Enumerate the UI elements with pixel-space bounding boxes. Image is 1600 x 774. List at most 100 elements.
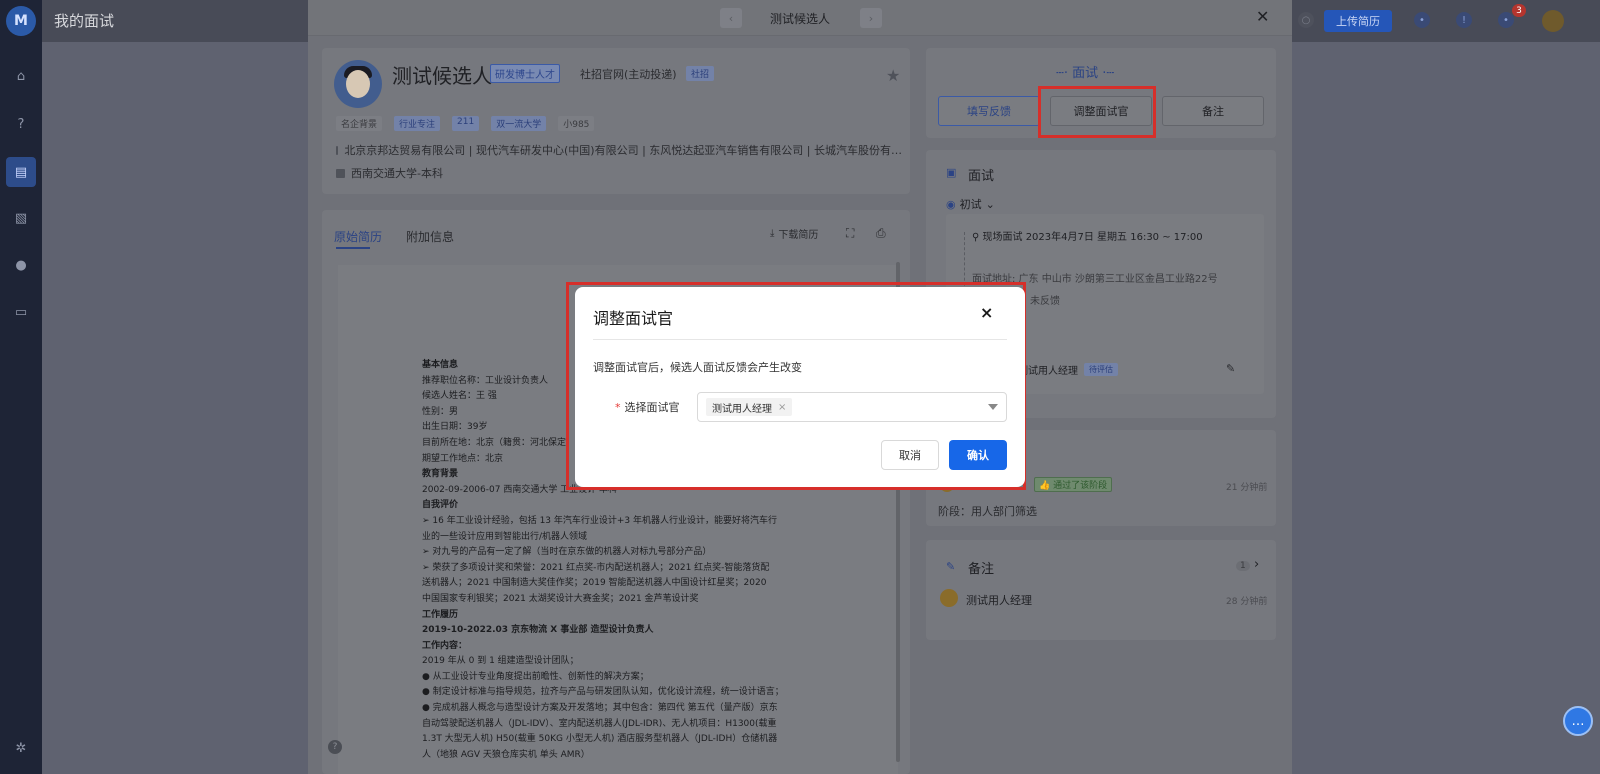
avatar — [940, 589, 958, 607]
resume-line: 1.3T 大型无人机) H50(载重 50KG 小型无人机) 酒店服务型机器人（… — [422, 734, 778, 745]
pass-stage-tag: 👍 通过了该阶段 — [1034, 477, 1113, 492]
resume-line: ● 制定设计标准与指导规范，拉齐与产品与研发团队认知，优化设计流程，统一设计语言… — [422, 687, 784, 698]
education-line: 西南交通大学-本科 — [336, 165, 443, 181]
resume-line: 自我评价 — [422, 500, 459, 511]
interview-time: ⚲ 现场面试 2023年4月7日 星期五 16:30 ~ 17:00 — [972, 232, 1203, 243]
process-stage: 阶段：用人部门筛选 — [938, 505, 1037, 518]
resume-line: ➢ 16 年工业设计经验，包括 13 年汽车行业设计+3 年机器人行业设计，能要… — [422, 515, 778, 526]
channel-tag: 社招 — [686, 66, 715, 81]
cancel-button[interactable]: 取消 — [881, 440, 939, 470]
selected-interviewer-tag: 测试用人经理 × — [706, 398, 793, 416]
resume-line: ● 完成机器人概念与造型设计方案及开发落地；其中包含：第四代 第五代（量产版）京… — [422, 703, 778, 714]
drawer-title: 测试候选人 — [769, 12, 830, 26]
left-sidebar: M ⌂ ? ▤ ▧ ● ▭ ✲ — [0, 0, 42, 774]
candidate-avatar — [334, 60, 382, 108]
drawer-header: ‹ 测试候选人 › ✕ — [308, 0, 1292, 36]
resume-line: 工作履历 — [422, 609, 459, 620]
dialog-title: 调整面试官 — [593, 309, 674, 328]
chevron-right-icon[interactable]: › — [1254, 557, 1259, 572]
page-title: 我的面试 — [54, 12, 115, 30]
user-avatar[interactable] — [1542, 10, 1564, 32]
search-icon[interactable]: ○ — [1298, 12, 1314, 28]
candidate-chips: 名企背景 行业专注 211 双一流大学 小985 — [336, 116, 595, 131]
active-tab-indicator — [336, 247, 370, 249]
section-title: ┄· 面试 ·┄ — [1056, 66, 1115, 81]
note-icon: ✎ — [946, 560, 956, 573]
tab-extra-info[interactable]: 附加信息 — [406, 228, 454, 245]
chat-icon[interactable]: … — [1563, 706, 1593, 736]
upload-resume-button[interactable]: 上传简历 — [1324, 10, 1392, 32]
location-pin-icon: ⚲ — [972, 232, 980, 243]
resume-line: ➢ 荣获了多项设计奖和荣誉：2021 红点奖-市内配送机器人；2021 红点奖-… — [422, 562, 770, 573]
chip: 小985 — [558, 116, 595, 131]
thumbs-up-icon: 👍 — [1039, 481, 1051, 491]
dialog-description: 调整面试官后，候选人面试反馈会产生改变 — [593, 361, 802, 374]
chip: 211 — [452, 116, 480, 131]
resume-line: ● 从工业设计专业角度提出前瞻性、创新性的解决方案； — [422, 671, 649, 682]
home-icon[interactable]: ⌂ — [11, 66, 31, 86]
download-icon: ⤓ — [770, 228, 775, 239]
notes-card — [926, 540, 1276, 640]
source-label: 社招官网(主动投递) — [580, 68, 677, 81]
note-author: 测试用人经理 — [966, 594, 1032, 607]
process-time: 21 分钟前 — [1226, 483, 1268, 493]
interview-title: 面试 — [968, 169, 995, 184]
clipboard-icon[interactable]: ▧ — [11, 208, 31, 228]
bell-icon[interactable]: • — [1414, 12, 1430, 28]
highlight-box-adjust — [1038, 86, 1156, 138]
note-button[interactable]: 备注 — [1162, 96, 1264, 126]
notes-title: 备注 — [968, 562, 995, 577]
work-history-line: 北京京邦达贸易有限公司 | 现代汽车研发中心(中国)有限公司 | 东风悦达起亚汽… — [336, 142, 902, 158]
tab-original-resume[interactable]: 原始简历 — [334, 228, 382, 245]
resume-line: 工作内容： — [422, 640, 468, 651]
adjust-interviewer-dialog: 调整面试官 × 调整面试官后，候选人面试反馈会产生改变 * 选择面试官 测试用人经… — [575, 287, 1025, 487]
chevron-down-icon: ⌄ — [985, 197, 995, 211]
fullscreen-icon[interactable]: ⛶ — [846, 226, 854, 241]
chip: 行业专注 — [394, 116, 441, 131]
candidate-name: 测试候选人 — [392, 64, 492, 88]
interviewer-field-label: * 选择面试官 — [615, 401, 680, 414]
confirm-button[interactable]: 确认 — [949, 440, 1007, 470]
resume-line: ➢ 对九号的产品有一定了解（当时在京东做的机器人对标九号部分产品） — [422, 547, 712, 558]
star-icon[interactable]: ★ — [886, 66, 900, 85]
dropdown-arrow-icon[interactable] — [988, 404, 998, 410]
resume-line: 业的一些设计应用到智能出行/机器人领域 — [422, 531, 588, 542]
monitor-icon[interactable]: ▭ — [11, 302, 31, 322]
divider — [593, 339, 1007, 340]
round-selector[interactable]: ◉ 初试 ⌄ — [946, 196, 995, 212]
print-icon[interactable]: ⎙ — [876, 226, 886, 241]
interviewer-row: 测试用人经理 待评估 — [1018, 362, 1118, 377]
calendar-icon[interactable]: ▤ — [6, 157, 36, 187]
resume-line: 人（地狼 AGV 天狼仓库实机 单头 AMR） — [422, 749, 590, 760]
help-icon[interactable]: ? — [11, 114, 31, 134]
download-resume-button[interactable]: ⤓ 下载简历 — [770, 226, 818, 241]
calendar-icon: ▣ — [946, 166, 957, 179]
settings-icon[interactable]: ✲ — [11, 738, 31, 758]
help-icon[interactable]: ? — [328, 740, 342, 754]
feedback-status: 未反馈 — [1030, 296, 1060, 307]
close-icon[interactable]: × — [980, 303, 993, 322]
radio-icon: ◉ — [946, 197, 956, 211]
notification-badge: 3 — [1512, 4, 1526, 17]
edit-icon[interactable]: ✎ — [1226, 362, 1235, 375]
note-time: 28 分钟前 — [1226, 597, 1268, 607]
companies-text: 北京京邦达贸易有限公司 | 现代汽车研发中心(中国)有限公司 | 东风悦达起亚汽… — [344, 144, 902, 157]
close-icon[interactable]: ✕ — [1256, 7, 1269, 26]
phd-talent-tag[interactable]: 研发博士人才 — [490, 64, 560, 83]
school-text: 西南交通大学-本科 — [351, 167, 443, 180]
resume-line: 2019-10-2022.03 京东物流 X 事业部 造型设计负责人 — [422, 625, 654, 636]
chip: 名企背景 — [336, 116, 383, 131]
school-icon — [336, 168, 345, 178]
app-logo[interactable]: M — [6, 6, 36, 36]
help-circle-icon[interactable]: ! — [1456, 12, 1472, 28]
remove-tag-icon[interactable]: × — [778, 402, 786, 413]
user-icon[interactable]: ● — [11, 255, 31, 275]
resume-line: 自动驾驶配送机器人（JDL-IDV）、室内配送机器人(JDL-IDR)、无人机项… — [422, 718, 777, 729]
notes-count-badge: 1 — [1236, 561, 1250, 571]
interviewer-select[interactable]: 测试用人经理 × — [697, 392, 1007, 422]
resume-line: 2019 年从 0 到 1 组建造型设计团队； — [422, 656, 579, 667]
briefcase-icon — [336, 145, 339, 155]
next-candidate-button[interactable]: › — [860, 8, 882, 28]
fill-feedback-button[interactable]: 填写反馈 — [938, 96, 1040, 126]
notification-icon[interactable]: • — [1498, 12, 1514, 28]
